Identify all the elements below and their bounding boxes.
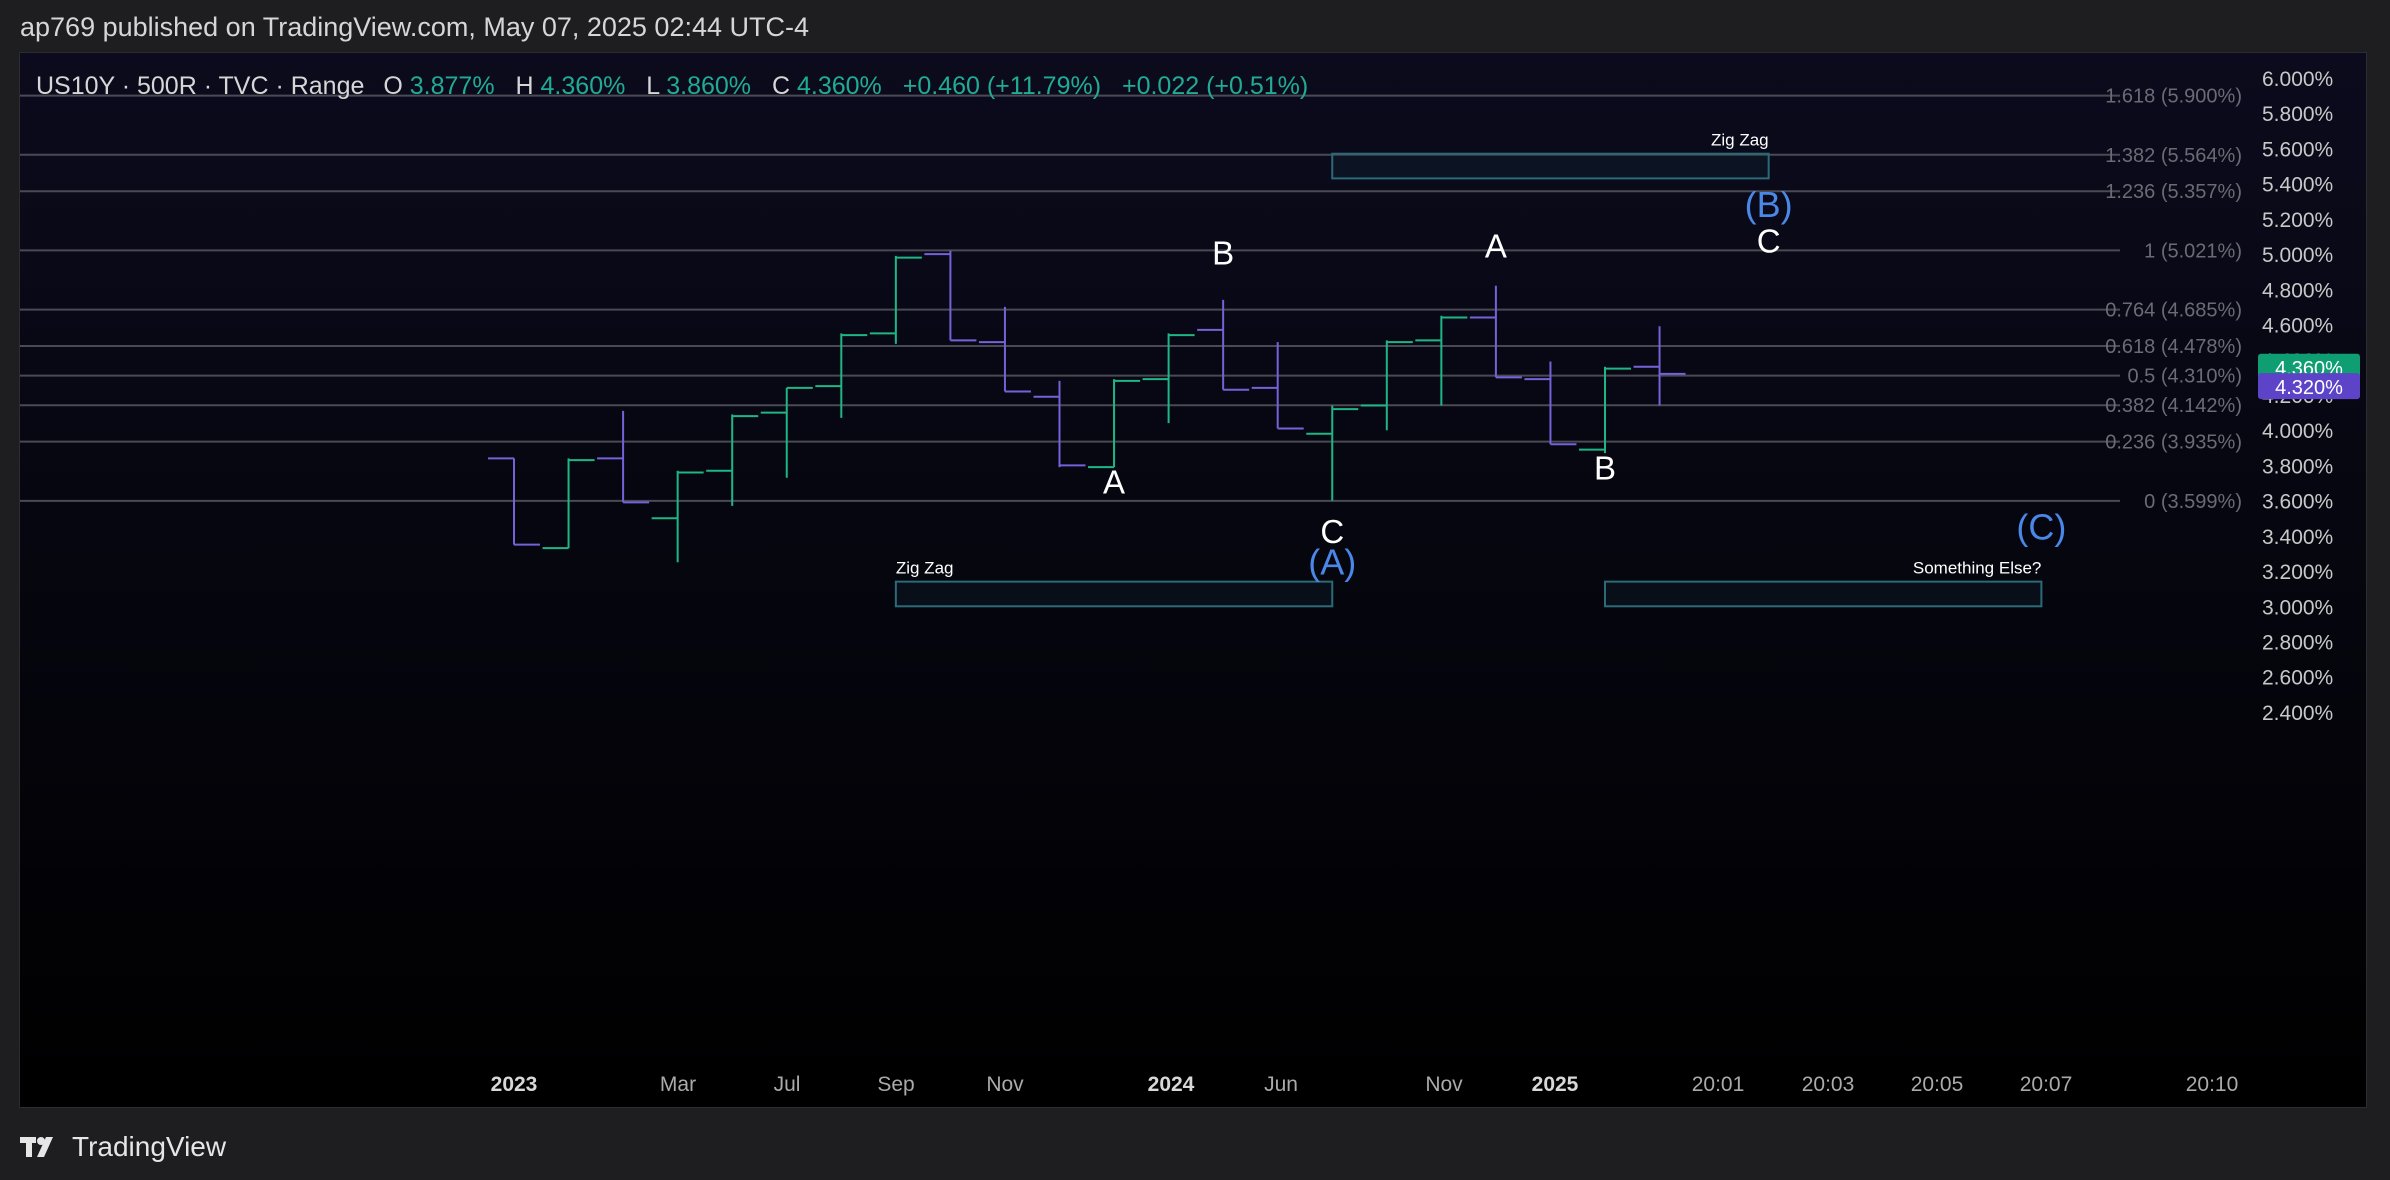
time-axis-tick-label: 2024 [1148,1073,1195,1096]
time-axis-tick-label: Sep [877,1073,914,1096]
legend-close-value: 4.360% [797,72,882,100]
zone-rectangle[interactable] [894,580,1334,608]
publisher-line: ap769 published on TradingView.com, May … [20,12,809,42]
time-axis-tick-label: 20:03 [1802,1073,1855,1096]
time-axis-tick-label: 20:07 [2020,1073,2073,1096]
price-axis-tick-label: 2.800% [2262,632,2333,655]
price-axis-tick-label: 3.200% [2262,561,2333,584]
zone-label: Zig Zag [1711,131,1769,150]
fib-level-label: 1.236 (5.357%) [2105,181,2242,203]
price-badge-layer: 4.360%4.320% [2258,353,2360,400]
time-axis-tick-label: 20:01 [1692,1073,1745,1096]
time-axis-tick-label: 20:10 [2186,1073,2239,1096]
footer-brand: TradingView [72,1131,227,1162]
price-badge-label: 4.320% [2275,377,2343,399]
legend-change: +0.460 (+11.79%) [903,72,1101,100]
price-axis-tick-label: 3.400% [2262,526,2333,549]
wave-label: B [1212,235,1234,272]
fib-level-label: 1 (5.021%) [2144,240,2242,262]
legend-open-key: O [383,72,402,100]
time-axis-tick-label: Jul [774,1073,801,1096]
price-badge: 4.320% [2258,373,2360,400]
price-axis-tick-label: 5.000% [2262,244,2333,267]
zone-rectangle[interactable] [1604,580,2043,608]
time-axis-tick-label: Nov [1425,1073,1463,1096]
wave-label: (A) [1308,542,1356,583]
zone-label: Something Else? [1913,559,2042,578]
price-axis-tick-label: 5.400% [2262,174,2333,197]
price-axis-tick-label: 4.600% [2262,315,2333,338]
wave-label: (C) [2016,506,2066,547]
wave-label: C [1757,222,1781,259]
wave-label: A [1103,464,1125,501]
time-axis-tick-label: Mar [660,1073,696,1096]
price-axis-tick-label: 5.200% [2262,209,2333,232]
time-axis-tick-label: 2025 [1532,1073,1579,1096]
price-axis-tick-label: 3.600% [2262,491,2333,514]
chart-background [20,53,2366,1107]
price-axis-tick-label: 5.800% [2262,103,2333,126]
fib-level-label: 0.618 (4.478%) [2105,336,2242,358]
zone-rectangle[interactable] [1331,152,1770,180]
time-axis-tick-label: Nov [986,1073,1024,1096]
fib-level-label: 0 (3.599%) [2144,491,2242,513]
fib-level-label: 0.236 (3.935%) [2105,432,2242,454]
zone-label: Zig Zag [896,559,954,578]
fib-level-label: 0.5 (4.310%) [2127,366,2242,388]
chart-pane[interactable]: 0 (3.599%) 0.236 (3.935%) 0.382 (4.142%) 0.… [19,52,2367,1108]
wave-label: B [1594,450,1616,487]
fib-level-label: 0.382 (4.142%) [2105,395,2242,417]
legend-high-key: H [516,72,534,100]
fib-level-label: 1.382 (5.564%) [2105,145,2242,167]
wave-label: A [1485,228,1507,265]
ohlc-chart[interactable]: 0 (3.599%) 0.236 (3.935%) 0.382 (4.142%) 0.… [20,53,2367,1108]
fib-level-label: 1.618 (5.900%) [2105,86,2242,108]
price-axis-tick-label: 3.000% [2262,596,2333,619]
price-axis-tick-label: 5.600% [2262,138,2333,161]
time-axis-tick-label: Jun [1264,1073,1298,1096]
time-axis-tick-label: 2023 [491,1073,538,1096]
tradingview-logo-icon [20,1135,64,1159]
legend-change-secondary: +0.022 (+0.51%) [1122,72,1308,100]
price-axis-tick-label: 2.400% [2262,702,2333,725]
price-axis-tick-label: 4.000% [2262,420,2333,443]
footer: TradingView [20,1129,226,1165]
price-axis-tick-label: 4.800% [2262,279,2333,302]
legend-open-value: 3.877% [410,72,495,100]
legend-close-key: C [772,72,790,100]
fib-level-label: 0.764 (4.685%) [2105,300,2242,322]
price-axis-tick-label: 3.800% [2262,455,2333,478]
time-axis-tick-label: 20:05 [1911,1073,1964,1096]
price-axis-tick-label: 2.600% [2262,667,2333,690]
legend-low-key: L [646,72,660,100]
legend-high-value: 4.360% [541,72,626,100]
legend-low-value: 3.860% [666,72,751,100]
wave-label: (B) [1745,184,1793,225]
price-axis-tick-label: 6.000% [2262,68,2333,91]
legend-symbol: US10Y · 500R · TVC · Range [36,72,364,100]
